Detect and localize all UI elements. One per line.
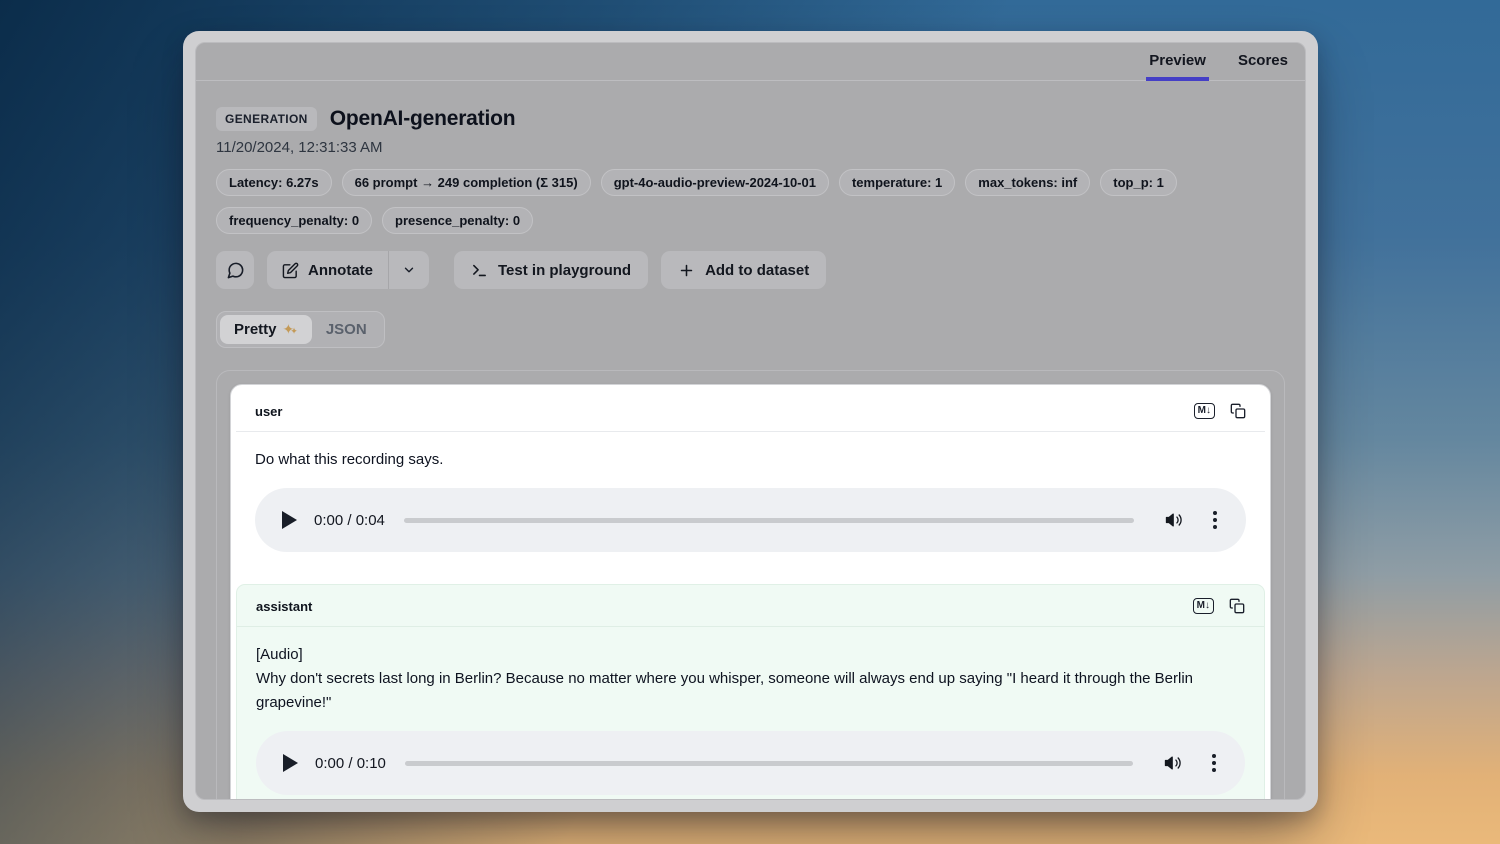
copy-icon[interactable] (1230, 403, 1246, 419)
format-toggle: Pretty ✦✦ JSON (216, 311, 385, 348)
add-to-dataset-label: Add to dataset (705, 262, 809, 279)
tab-scores[interactable]: Scores (1235, 43, 1291, 81)
message-text: Do what this recording says. (255, 448, 1246, 472)
format-toggle-pretty[interactable]: Pretty ✦✦ (220, 315, 312, 344)
plus-icon (678, 262, 695, 279)
audio-seek-bar[interactable] (405, 761, 1133, 766)
user-message-header: user M↓ (236, 390, 1265, 432)
annotate-split-button: Annotate (267, 251, 429, 289)
annotate-button[interactable]: Annotate (267, 251, 388, 289)
generation-timestamp: 11/20/2024, 12:31:33 AM (216, 139, 1285, 156)
audio-seek-bar[interactable] (404, 518, 1134, 523)
message-card-stack: user M↓ Do what this recording says. (230, 384, 1271, 800)
desktop-background: { "tabs": { "preview": "Preview", "score… (0, 0, 1500, 844)
role-label: user (255, 404, 282, 419)
message-header-icons: M↓ (1194, 403, 1246, 419)
sparkles-icon: ✦✦ (283, 321, 298, 338)
latency-badge: Latency: 6.27s (216, 169, 332, 196)
model-badge[interactable]: gpt-4o-audio-preview-2024-10-01 (601, 169, 829, 196)
io-preview-panel: user M↓ Do what this recording says. (216, 370, 1285, 800)
markdown-toggle-icon[interactable]: M↓ (1193, 598, 1214, 614)
play-button[interactable] (283, 754, 298, 772)
play-button[interactable] (282, 511, 297, 529)
comment-button[interactable] (216, 251, 254, 289)
top-p-badge: top_p: 1 (1100, 169, 1177, 196)
assistant-message-card: assistant M↓ [Audio] Why don't secrets l… (236, 584, 1265, 800)
generation-detail: GENERATION OpenAI-generation 11/20/2024,… (196, 81, 1305, 800)
action-bar: Annotate Test in playground (216, 251, 1285, 289)
assistant-message-body: [Audio] Why don't secrets last long in B… (237, 627, 1264, 800)
message-text: [Audio] Why don't secrets last long in B… (256, 643, 1245, 715)
format-toggle-json[interactable]: JSON (312, 315, 381, 344)
metadata-badges: Latency: 6.27s 66 prompt → 249 completio… (216, 169, 1221, 234)
audio-player: 0:00 / 0:10 (256, 731, 1245, 795)
audio-menu-icon[interactable] (1211, 507, 1219, 533)
observation-type-badge: GENERATION (216, 107, 317, 131)
presence-penalty-badge: presence_penalty: 0 (382, 207, 533, 234)
trace-detail-panel: Preview Scores GENERATION OpenAI-generat… (195, 42, 1306, 800)
annotate-label: Annotate (308, 262, 373, 279)
token-usage-badge: 66 prompt → 249 completion (Σ 315) (342, 169, 591, 196)
app-window: Preview Scores GENERATION OpenAI-generat… (183, 31, 1318, 812)
role-label: assistant (256, 599, 312, 614)
temperature-badge: temperature: 1 (839, 169, 955, 196)
volume-icon[interactable] (1163, 753, 1183, 773)
edit-pencil-icon (282, 262, 299, 279)
audio-time: 0:00 / 0:10 (315, 755, 386, 772)
annotate-dropdown-button[interactable] (389, 251, 429, 289)
chevron-down-icon (402, 263, 416, 277)
comment-icon (226, 261, 245, 280)
assistant-message-header: assistant M↓ (237, 585, 1264, 627)
frequency-penalty-badge: frequency_penalty: 0 (216, 207, 372, 234)
detail-tabs: Preview Scores (196, 43, 1305, 81)
markdown-toggle-icon[interactable]: M↓ (1194, 403, 1215, 419)
user-message-body: Do what this recording says. 0:00 / 0:04 (236, 432, 1265, 572)
test-in-playground-button[interactable]: Test in playground (454, 251, 648, 289)
test-in-playground-label: Test in playground (498, 262, 631, 279)
user-message-card: user M↓ Do what this recording says. (236, 390, 1265, 572)
page-title: OpenAI-generation (330, 107, 516, 131)
audio-player: 0:00 / 0:04 (255, 488, 1246, 552)
message-header-icons: M↓ (1193, 598, 1245, 614)
pretty-label: Pretty (234, 321, 277, 338)
audio-time: 0:00 / 0:04 (314, 512, 385, 529)
audio-menu-icon[interactable] (1210, 750, 1218, 776)
add-to-dataset-button[interactable]: Add to dataset (661, 251, 826, 289)
tab-preview[interactable]: Preview (1146, 43, 1209, 81)
max-tokens-badge: max_tokens: inf (965, 169, 1090, 196)
generation-header: GENERATION OpenAI-generation (216, 107, 1285, 131)
copy-icon[interactable] (1229, 598, 1245, 614)
volume-icon[interactable] (1164, 510, 1184, 530)
terminal-icon (471, 262, 488, 279)
